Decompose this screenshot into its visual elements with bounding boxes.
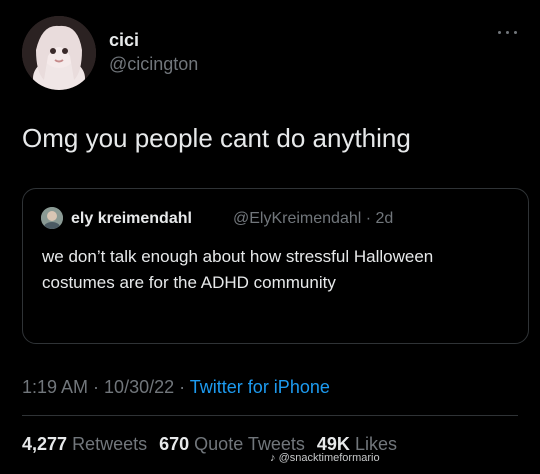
tweet-date: 10/30/22	[104, 377, 175, 397]
retweets-stat[interactable]: 4,277 Retweets	[22, 434, 147, 454]
quotes-stat[interactable]: 670 Quote Tweets	[159, 434, 305, 454]
more-options-icon[interactable]	[496, 28, 522, 36]
retweets-label: Retweets	[72, 434, 148, 454]
tweet: cici @cicington Omg you people cant do a…	[0, 0, 540, 474]
author-name[interactable]: cici	[109, 30, 139, 51]
quoted-age: 2d	[375, 210, 394, 227]
tweet-meta: 1:19 AM · 10/30/22 · Twitter for iPhone	[22, 377, 330, 397]
profile-photo-icon	[22, 16, 96, 90]
watermark-text: @snacktimeformario	[278, 452, 380, 464]
likes-label: Likes	[354, 434, 397, 454]
quoted-author-name[interactable]: ely kreimendahl	[71, 210, 192, 228]
likes-stat[interactable]: 49K Likes	[317, 434, 397, 454]
quoted-author-meta: @ElyKreimendahl · 2d	[233, 210, 394, 227]
quoted-tweet[interactable]: ely kreimendahl @ElyKreimendahl · 2d we …	[22, 188, 529, 344]
divider	[22, 415, 518, 416]
quotes-count: 670	[159, 434, 190, 454]
author-handle[interactable]: @cicington	[109, 54, 198, 75]
quoted-profile-photo-icon	[41, 207, 63, 229]
tiktok-icon: ♪	[270, 452, 276, 464]
avatar[interactable]	[22, 16, 96, 90]
likes-count: 49K	[316, 434, 350, 454]
tweet-time: 1:19 AM	[22, 377, 89, 397]
quotes-label: Quote Tweets	[194, 434, 305, 454]
quoted-text: we don’t talk enough about how stressful…	[42, 247, 434, 292]
watermark: ♪ @snacktimeformario	[270, 452, 380, 464]
retweets-count: 4,277	[22, 434, 68, 454]
tweet-source[interactable]: Twitter for iPhone	[190, 377, 330, 397]
quoted-avatar[interactable]	[41, 207, 63, 229]
tweet-text: Omg you people cant do anything	[22, 123, 411, 153]
quoted-author-handle[interactable]: @ElyKreimendahl	[233, 210, 361, 227]
